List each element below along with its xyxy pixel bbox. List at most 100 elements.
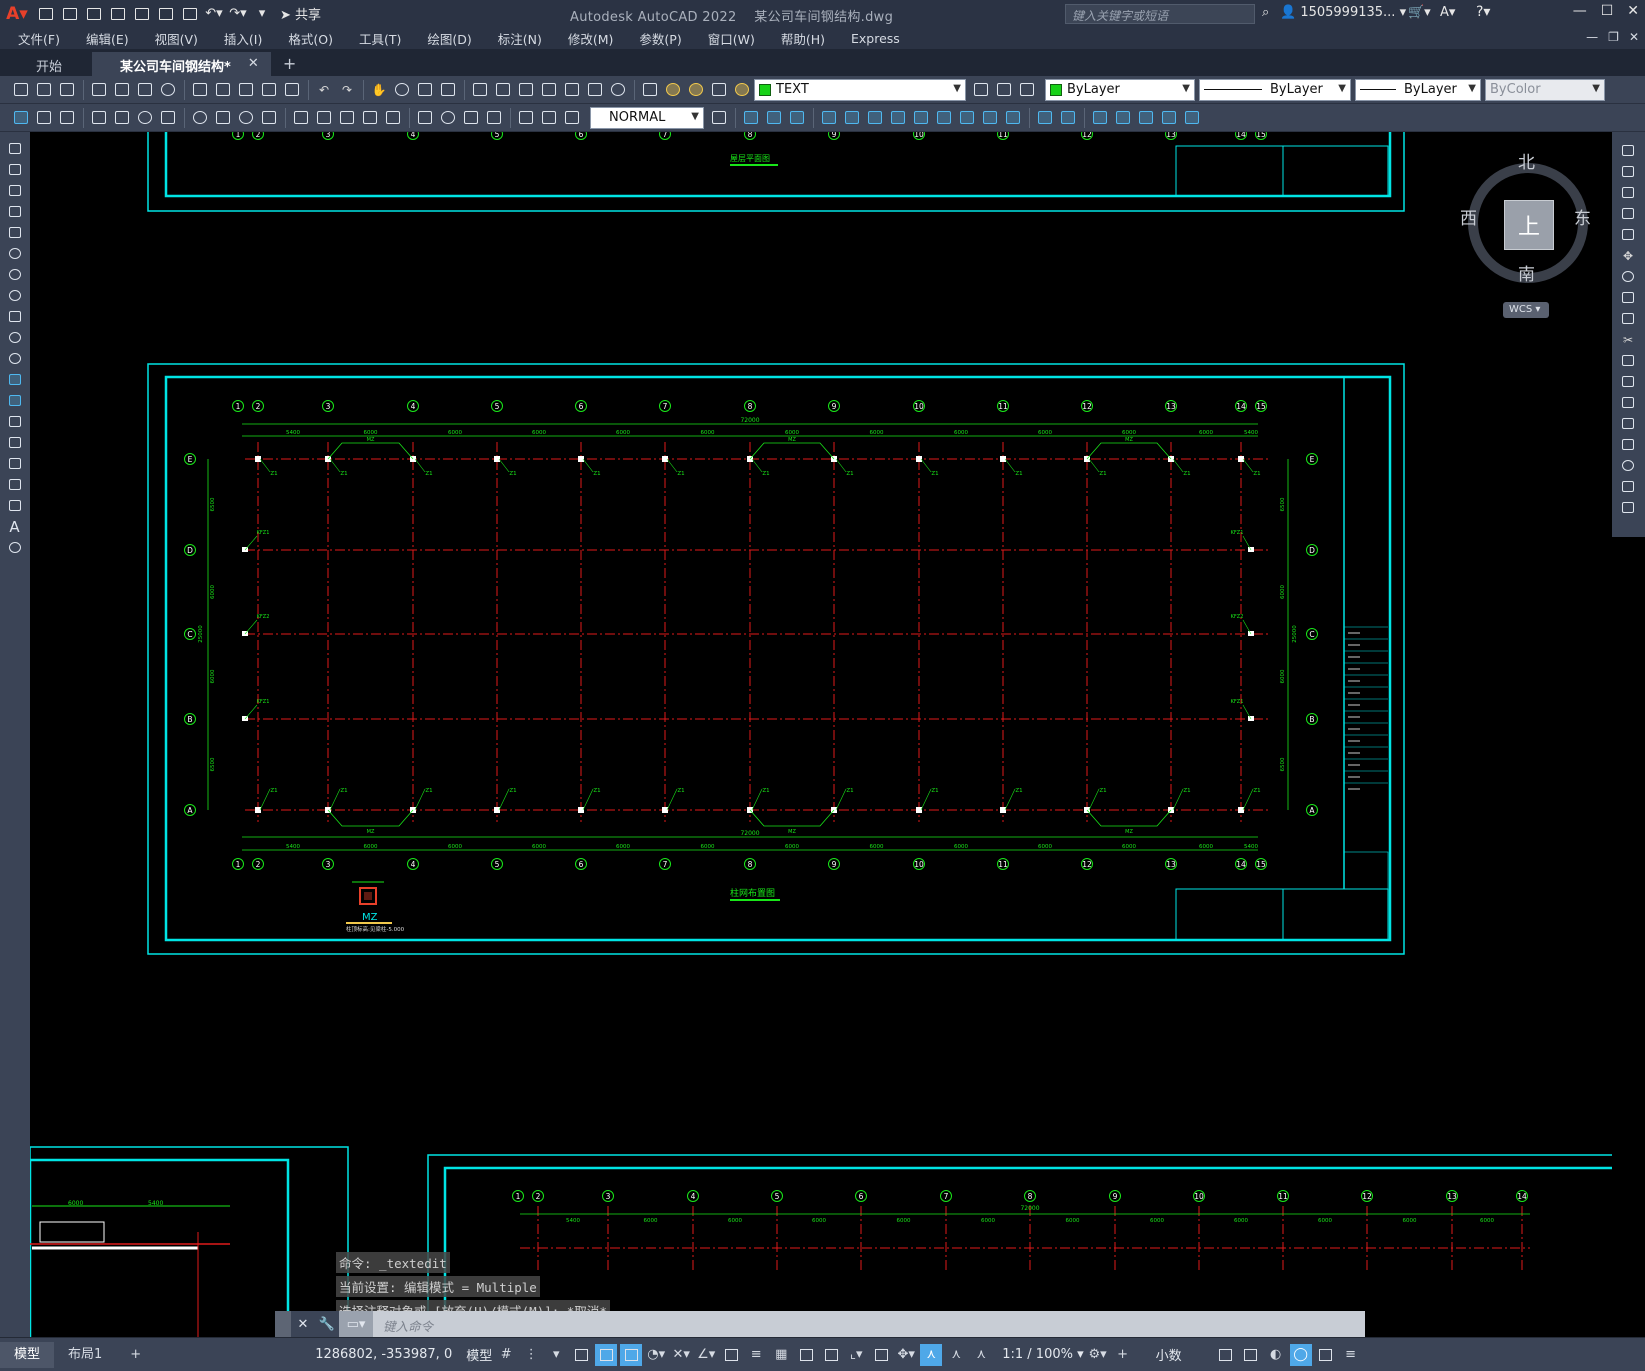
undo-icon[interactable]: ↶▾ [203,3,225,25]
maximize-icon[interactable]: ☐ [1601,3,1614,19]
layer-states-icon[interactable] [1016,79,1038,101]
line-icon[interactable] [4,138,26,159]
offset-icon[interactable] [1617,203,1639,224]
new-file-icon[interactable] [35,3,57,25]
object-snap-icon[interactable] [720,1344,742,1366]
move-icon[interactable]: ✥ [1617,245,1639,266]
dropdown-icon[interactable]: ▾ [545,1344,567,1366]
inspection-icon[interactable] [460,107,482,129]
design-center-icon[interactable] [492,79,514,101]
polygon-icon[interactable] [4,201,26,222]
3d-osnap-icon[interactable] [820,1344,842,1366]
close-command-line-icon[interactable]: ✕ [291,1311,315,1337]
dim-jogged-icon[interactable] [212,107,234,129]
modify-tool-icon[interactable] [786,107,808,129]
hatch-icon[interactable] [4,432,26,453]
menu-insert[interactable]: 插入(I) [224,29,262,48]
zoom-previous-icon[interactable] [437,79,459,101]
modify-tool-icon[interactable] [740,107,762,129]
annotation-scale-icon[interactable]: ⋏ [970,1344,992,1366]
stretch-icon[interactable] [1617,308,1639,329]
compass-north[interactable]: 北 [1518,148,1535,173]
revcloud-icon[interactable] [4,285,26,306]
copy-icon[interactable] [212,79,234,101]
modify-tool-icon[interactable] [1034,107,1056,129]
tool-icon[interactable] [10,107,32,129]
annotation-scale-value[interactable]: 1:1 / 100% ▾ [1002,1347,1083,1362]
menu-format[interactable]: 格式(O) [288,29,333,48]
auto-scale-icon[interactable]: ⋏ [945,1344,967,1366]
block-editor-icon[interactable] [281,79,303,101]
dim-update-icon[interactable] [561,107,583,129]
extend-icon[interactable] [1617,350,1639,371]
doc-restore-icon[interactable]: ❐ [1608,30,1619,44]
redo-toolbar-icon[interactable]: ↷ [336,79,358,101]
modify-tool-icon[interactable] [1135,107,1157,129]
tab-layout1[interactable]: 布局1 [54,1342,116,1368]
command-line-grip[interactable] [275,1311,291,1337]
explode-icon[interactable] [1617,497,1639,518]
menu-draw[interactable]: 绘图(D) [427,29,471,48]
viewcube[interactable]: 北 南 西 东 上 [1460,148,1591,313]
modify-tool-icon[interactable] [956,107,978,129]
qnew-icon[interactable] [10,79,32,101]
menu-edit[interactable]: 编辑(E) [86,29,129,48]
modify-tool-icon[interactable] [979,107,1001,129]
spline-icon[interactable] [4,306,26,327]
tab-model[interactable]: 模型 [0,1341,55,1368]
construction-line-icon[interactable] [4,159,26,180]
mirror-icon[interactable] [1617,182,1639,203]
polyline-icon[interactable] [4,180,26,201]
annotation-visibility-icon[interactable]: ⋏ [920,1343,943,1366]
rotate-icon[interactable] [1617,266,1639,287]
graphics-performance-icon[interactable]: ◯ [1289,1343,1312,1366]
dim-style-icon[interactable] [708,107,730,129]
drawing-canvas[interactable]: 1 2 3 4 5 6 7 8 9 10 11 12 13 14 15 屋层平面图 112233445566… [30,132,1612,1337]
user-account[interactable]: 👤 1505999135... ▾ [1280,5,1406,20]
coordinates-readout[interactable]: 1286802, -353987, 0 [315,1347,452,1362]
tool-icon[interactable] [33,107,55,129]
save-web-icon[interactable] [155,3,177,25]
markup-icon[interactable] [561,79,583,101]
dim-text-edit-icon[interactable] [538,107,560,129]
tab-start[interactable]: 开始 [8,52,90,76]
3d-print-icon[interactable] [157,79,179,101]
linetype-dropdown[interactable]: ByLayer ▼ [1199,78,1351,101]
table-icon[interactable] [4,495,26,516]
layer-properties-icon[interactable] [639,79,661,101]
command-input[interactable]: 键入命令 [373,1311,1365,1337]
dim-space-icon[interactable] [359,107,381,129]
modify-tool-icon[interactable] [887,107,909,129]
isodraft-icon[interactable]: ✕▾ [670,1344,692,1366]
menu-file[interactable]: 文件(F) [18,29,60,48]
insert-block-icon[interactable] [4,369,26,390]
save-icon[interactable] [83,3,105,25]
help-icon[interactable]: ?▾ [1476,4,1490,20]
selection-cycling-icon[interactable] [795,1344,817,1366]
recent-commands-icon[interactable]: ▭▾ [339,1311,373,1337]
chamfer-icon[interactable] [1617,434,1639,455]
add-layout-button[interactable]: + [116,1342,155,1368]
ellipse-arc-icon[interactable] [4,348,26,369]
dim-aligned-icon[interactable] [111,107,133,129]
trim-icon[interactable]: ✂ [1617,329,1639,350]
join-icon[interactable] [1617,413,1639,434]
selection-filter-icon[interactable] [870,1344,892,1366]
close-tab-icon[interactable]: ✕ [248,56,259,71]
ellipse-icon[interactable] [4,327,26,348]
close-icon[interactable]: ✕ [1627,3,1639,19]
quick-properties-icon[interactable] [1215,1344,1237,1366]
layer-freeze-icon[interactable] [685,79,707,101]
menu-parametric[interactable]: 参数(P) [639,29,681,48]
snap-icon[interactable]: ⋮ [520,1344,542,1366]
compass-east[interactable]: 东 [1574,204,1591,229]
add-selected-icon[interactable] [4,537,26,558]
menu-tools[interactable]: 工具(T) [359,29,401,48]
grid-icon[interactable]: # [495,1344,517,1366]
search-icon[interactable]: ⌕ [1262,5,1269,20]
open-icon[interactable] [33,79,55,101]
mtext-icon[interactable]: A [4,516,26,537]
sheet-set-icon[interactable] [538,79,560,101]
redo-icon[interactable]: ↷▾ [227,3,249,25]
break-icon[interactable] [1617,392,1639,413]
